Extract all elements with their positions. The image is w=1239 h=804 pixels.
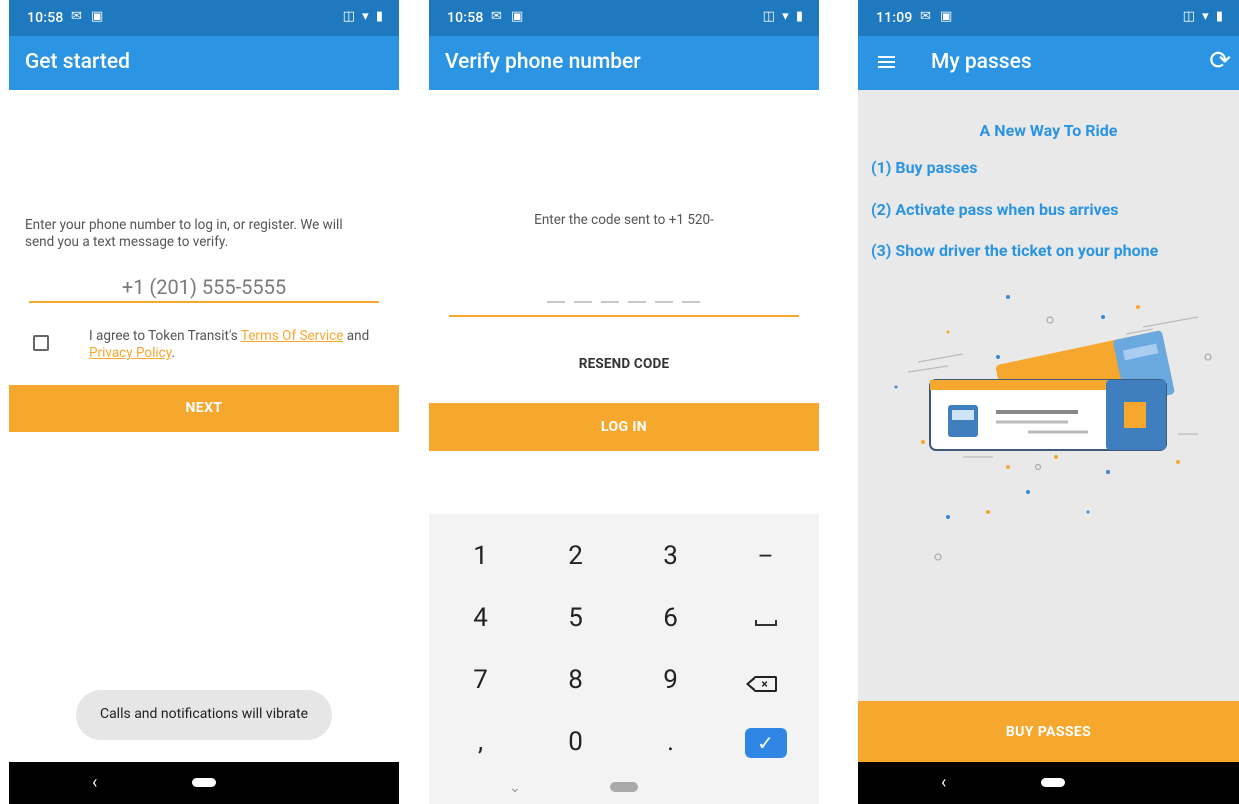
code-input[interactable] [547, 291, 702, 311]
sim-icon: ▣ [511, 9, 524, 24]
nav-home-icon[interactable] [610, 782, 638, 792]
key-8[interactable]: 8 [527, 648, 624, 712]
intro-heading: A New Way To Ride [979, 121, 1118, 140]
sim-icon: ▣ [91, 9, 104, 24]
gmail-icon: ✉ [71, 9, 82, 24]
backspace-icon: × [745, 676, 777, 692]
status-right-icons: ◫ ▾ ▮ [1182, 9, 1225, 24]
system-nav-bar: ‹ [858, 762, 1239, 804]
nav-back-icon[interactable]: ‹ [92, 772, 97, 793]
privacy-policy-link[interactable]: Privacy Policy [89, 345, 171, 361]
key-0[interactable]: 0 [527, 710, 624, 774]
key-enter[interactable]: ✓ [717, 710, 814, 774]
status-bar: 11:09 ✉ ▣ ◫ ▾ ▮ [858, 0, 1239, 36]
agree-middle: and [343, 328, 370, 344]
nav-home-icon[interactable] [1041, 778, 1065, 787]
terms-of-service-link[interactable]: Terms Of Service [241, 328, 344, 344]
nav-home-icon[interactable] [192, 778, 216, 787]
resend-code-button[interactable]: RESEND CODE [429, 356, 819, 372]
status-right-icons: ◫ ▾ ▮ [342, 9, 385, 24]
app-bar: My passes ⟳ [858, 36, 1239, 90]
key-6[interactable]: 6 [622, 586, 719, 650]
key-4[interactable]: 4 [432, 586, 529, 650]
key-2[interactable]: 2 [527, 524, 624, 588]
key-comma[interactable]: , [432, 710, 529, 774]
get-started-screen: 10:58 ✉ ▣ ◫ ▾ ▮ Get started Enter your p… [9, 0, 399, 804]
agree-text: I agree to Token Transit's Terms Of Serv… [89, 328, 389, 362]
agree-prefix: I agree to Token Transit's [89, 328, 241, 344]
phone-placeholder: +1 (201) 555-5555 [121, 275, 287, 299]
gmail-icon: ✉ [920, 9, 931, 24]
key-backspace[interactable]: × [717, 648, 814, 712]
phone-instruction: Enter your phone number to log in, or re… [25, 217, 343, 250]
agree-checkbox[interactable] [33, 335, 49, 351]
log-in-button[interactable]: LOG IN [429, 403, 819, 451]
app-bar: Get started [9, 36, 399, 90]
status-time: 10:58 [447, 10, 484, 26]
numeric-keypad: 1 2 3 – 4 5 6 7 8 9 × , 0 . ✓ ⌄ [429, 514, 819, 804]
key-1[interactable]: 1 [432, 524, 529, 588]
step-1: (1) Buy passes [871, 158, 978, 177]
ticket-illustration [894, 295, 1212, 561]
key-7[interactable]: 7 [432, 648, 529, 712]
status-bar: 10:58 ✉ ▣ ◫ ▾ ▮ [429, 0, 819, 36]
page-title: My passes [931, 50, 1032, 74]
code-instruction: Enter the code sent to +1 520- [534, 212, 714, 228]
status-time: 10:58 [27, 10, 64, 26]
key-space[interactable] [717, 586, 814, 650]
status-bar: 10:58 ✉ ▣ ◫ ▾ ▮ [9, 0, 399, 36]
next-button[interactable]: NEXT [9, 385, 399, 432]
key-dash[interactable]: – [717, 524, 814, 588]
agree-suffix: . [171, 345, 175, 361]
step-2: (2) Activate pass when bus arrives [871, 200, 1119, 219]
nav-back-icon[interactable]: ‹ [941, 772, 946, 793]
gmail-icon: ✉ [491, 9, 502, 24]
system-nav-bar: ‹ [9, 762, 399, 804]
sim-icon: ▣ [940, 9, 953, 24]
key-period[interactable]: . [622, 710, 719, 774]
key-9[interactable]: 9 [622, 648, 719, 712]
menu-icon[interactable] [878, 56, 895, 68]
code-input-underline [449, 315, 799, 317]
page-title: Get started [25, 50, 130, 74]
my-passes-screen: 11:09 ✉ ▣ ◫ ▾ ▮ My passes ⟳ A New Way To… [858, 0, 1239, 804]
space-icon [754, 620, 777, 626]
check-icon: ✓ [744, 728, 787, 758]
chevron-down-icon[interactable]: ⌄ [509, 780, 521, 796]
page-title: Verify phone number [445, 50, 641, 74]
key-5[interactable]: 5 [527, 586, 624, 650]
status-right-icons: ◫ ▾ ▮ [762, 9, 805, 24]
buy-passes-button[interactable]: BUY PASSES [858, 701, 1239, 763]
key-3[interactable]: 3 [622, 524, 719, 588]
phone-number-input[interactable]: +1 (201) 555-5555 [29, 270, 379, 303]
status-time: 11:09 [876, 10, 913, 26]
refresh-icon[interactable]: ⟳ [1209, 46, 1231, 76]
vibrate-toast: Calls and notifications will vibrate [76, 690, 332, 740]
app-bar: Verify phone number [429, 36, 819, 90]
verify-phone-screen: 10:58 ✉ ▣ ◫ ▾ ▮ Verify phone number Ente… [429, 0, 819, 804]
step-3: (3) Show driver the ticket on your phone [871, 241, 1159, 260]
